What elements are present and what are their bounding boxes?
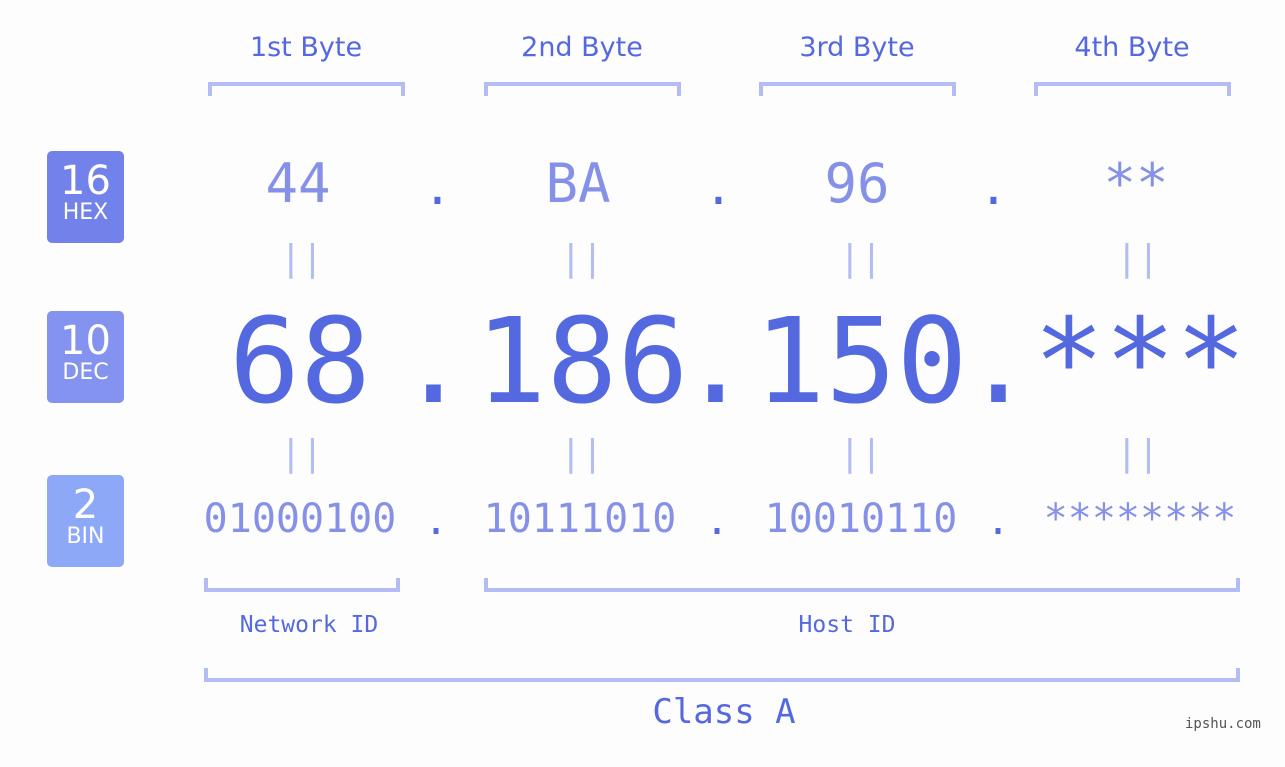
byte-bracket-2 [484,82,681,96]
dec-byte-4: *** [1033,292,1247,430]
network-id-label: Network ID [239,612,379,638]
equals-sign: || [560,238,604,279]
equals-sign: || [839,238,883,279]
class-bracket [204,668,1240,682]
byte-label-3: 3rd Byte [799,32,915,63]
bin-byte-2: 10111010 [483,496,677,542]
dec-separator-3: . [963,292,1035,430]
equals-sign: || [280,433,324,474]
bin-separator-2: . [705,498,730,544]
bin-separator-3: . [986,498,1011,544]
byte-bracket-3 [759,82,956,96]
dec-byte-3: 150 [754,292,968,430]
hex-byte-1: 44 [265,152,331,215]
hex-badge: 16 HEX [47,151,124,243]
dec-badge-label: DEC [62,360,109,385]
bin-separator-1: . [424,498,449,544]
bin-badge-number: 2 [72,482,99,528]
byte-label-4: 4th Byte [1074,32,1190,63]
bin-byte-1: 01000100 [203,496,397,542]
equals-sign: || [1116,433,1160,474]
dec-byte-2: 186 [475,292,689,430]
bin-badge-label: BIN [66,524,105,549]
hex-badge-number: 16 [60,158,111,204]
hex-byte-2: BA [545,152,611,215]
hex-byte-4: ** [1103,152,1169,215]
byte-label-2: 2nd Byte [521,32,643,63]
class-label: Class A [652,692,796,732]
hex-badge-label: HEX [62,200,109,225]
equals-sign: || [280,238,324,279]
network-id-bracket [204,578,400,592]
hex-separator-1: . [423,160,452,216]
hex-separator-2: . [704,160,733,216]
dec-separator-2: . [680,292,752,430]
dec-badge: 10 DEC [47,311,124,403]
hex-separator-3: . [979,160,1008,216]
bin-byte-3: 10010110 [764,496,958,542]
watermark: ipshu.com [1185,716,1261,732]
host-id-label: Host ID [798,612,896,638]
dec-separator-1: . [398,292,470,430]
host-id-bracket [484,578,1240,592]
dec-badge-number: 10 [60,318,111,364]
byte-label-1: 1st Byte [249,32,363,63]
bin-byte-4: ******** [1043,496,1237,542]
hex-byte-3: 96 [824,152,890,215]
equals-sign: || [839,433,883,474]
equals-sign: || [1116,238,1160,279]
byte-bracket-1 [208,82,405,96]
byte-bracket-4 [1034,82,1231,96]
bin-badge: 2 BIN [47,475,124,567]
dec-byte-1: 68 [228,292,372,430]
equals-sign: || [560,433,604,474]
